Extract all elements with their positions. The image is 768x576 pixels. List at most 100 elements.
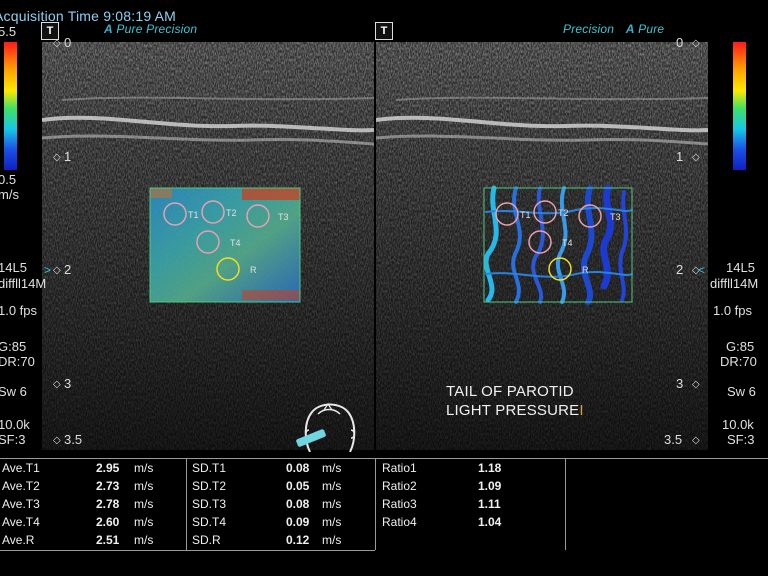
left-sw: Sw 6 [0,384,27,399]
right-roi-label-t2: T2 [558,208,569,218]
right-mode-a: A [625,22,635,36]
left-ultrasound-image[interactable]: T1 T2 T3 T4 R [42,42,374,450]
table-row[interactable]: Ratio2 1.09 [380,479,564,497]
right-fps: 1.0 fps [713,303,753,318]
right-focus-marker-icon[interactable]: < [698,263,705,277]
left-mode-label: A Pure Precision [104,22,197,36]
ratio-value: 1.09 [478,479,502,493]
sd-value: 0.08 [286,497,310,511]
right-image-tag[interactable]: T [375,22,393,40]
right-depth-2: 2 [676,262,684,277]
annotation-line2[interactable]: LIGHT PRESSUREI [446,402,584,419]
ave-unit: m/s [134,533,154,547]
left-focus-marker-icon[interactable]: > [44,263,51,277]
ave-value: 2.78 [96,497,120,511]
table-row[interactable]: Ave.T3 2.78 m/s [0,497,186,515]
table-row[interactable]: Ave.T2 2.73 m/s [0,479,186,497]
table-row[interactable]: Ratio1 1.18 [380,461,564,479]
right-roi-label-t4: T4 [562,238,573,248]
ave-value: 2.60 [96,515,120,529]
scale-top-left: 5.5 [0,24,17,39]
table-row[interactable]: SD.T3 0.08 m/s [190,497,374,515]
scale-unit-left: m/s [0,187,19,202]
table-row[interactable]: Ave.T1 2.95 m/s [0,461,186,479]
left-gain: G:85 [0,339,27,354]
left-roi-label-t1: T1 [188,210,199,220]
ave-value: 2.73 [96,479,120,493]
annotation-line2-text: LIGHT PRESSURE [446,402,580,419]
sd-value: 0.12 [286,533,310,547]
sd-label: SD.T2 [192,479,227,493]
table-col-divider [375,458,376,550]
left-roi-label-t4: T4 [230,238,241,248]
right-depth-0: 0 [676,35,684,50]
left-depth-2: 2 [64,262,72,277]
sd-unit: m/s [322,533,342,547]
right-mode-precision: Precision [563,22,615,36]
right-depth-marker-icon: ◇ [692,152,700,163]
sd-unit: m/s [322,479,342,493]
right-depth-3: 3 [676,376,684,391]
left-depth-marker-icon: ◇ [53,152,61,163]
ratio-label: Ratio4 [382,515,417,529]
table-row[interactable]: Ratio4 1.04 [380,515,564,533]
body-marker-head-icon[interactable] [290,400,362,457]
table-row[interactable]: SD.T2 0.05 m/s [190,479,374,497]
left-depth-3-5: 3.5 [64,432,83,447]
right-roi-label-r: R [582,265,589,275]
sd-unit: m/s [322,515,342,529]
ave-unit: m/s [134,515,154,529]
right-depth-1: 1 [676,149,684,164]
ave-value: 2.95 [96,461,120,475]
left-depth-0: 0 [64,35,72,50]
right-depth-marker-icon: ◇ [692,379,700,390]
table-col-divider [186,458,187,550]
table-row[interactable]: Ratio3 1.11 [380,497,564,515]
table-row[interactable]: SD.R 0.12 m/s [190,533,374,551]
ratio-value: 1.18 [478,461,502,475]
right-depth-3-5: 3.5 [664,432,683,447]
right-depth-marker-icon: ◇ [692,435,700,446]
left-sf: SF:3 [0,432,26,447]
sd-label: SD.T1 [192,461,227,475]
left-depth-marker-icon: ◇ [53,265,61,276]
velocity-colorbar-left [4,42,17,170]
right-roi-label-t1: T1 [520,210,531,220]
ave-label: Ave.T4 [2,515,40,529]
right-roi-label-t3: T3 [610,212,621,222]
left-depth-marker-icon: ◇ [53,435,61,446]
table-row[interactable]: SD.T1 0.08 m/s [190,461,374,479]
table-row[interactable]: Ave.T4 2.60 m/s [0,515,186,533]
ave-label: Ave.R [2,533,35,547]
left-swe-box [150,188,300,302]
left-depth-3: 3 [64,376,72,391]
left-depth-marker-icon: ◇ [53,379,61,390]
left-depth-1: 1 [64,149,72,164]
left-mode-pure: Pure [116,22,143,36]
right-mode-pure: Pure [638,22,665,36]
image-divider [374,42,376,450]
ave-value: 2.51 [96,533,120,547]
sd-value: 0.09 [286,515,310,529]
right-dr: DR:70 [720,354,757,369]
velocity-colorbar-right [733,42,746,170]
sd-label: SD.T3 [192,497,227,511]
right-depth-marker-icon: ◇ [692,38,700,49]
sd-label: SD.T4 [192,515,227,529]
table-col-divider [565,458,566,550]
left-fps: 1.0 fps [0,303,38,318]
sd-value: 0.08 [286,461,310,475]
left-roi-label-r: R [250,265,257,275]
left-dr: DR:70 [0,354,35,369]
left-roi-label-t2: T2 [226,208,237,218]
table-row[interactable]: SD.T4 0.09 m/s [190,515,374,533]
left-freq: 10.0k [0,417,30,432]
averages-column: Ave.T1 2.95 m/s Ave.T2 2.73 m/s Ave.T3 2… [0,461,186,551]
annotation-line1[interactable]: TAIL OF PAROTID [446,383,574,400]
right-freq: 10.0k [722,417,754,432]
left-ultrasound-svg: T1 T2 T3 T4 R [42,42,374,450]
ratio-column: Ratio1 1.18 Ratio2 1.09 Ratio3 1.11 Rati… [380,461,564,533]
ratio-label: Ratio2 [382,479,417,493]
ave-unit: m/s [134,461,154,475]
table-row[interactable]: Ave.R 2.51 m/s [0,533,186,551]
